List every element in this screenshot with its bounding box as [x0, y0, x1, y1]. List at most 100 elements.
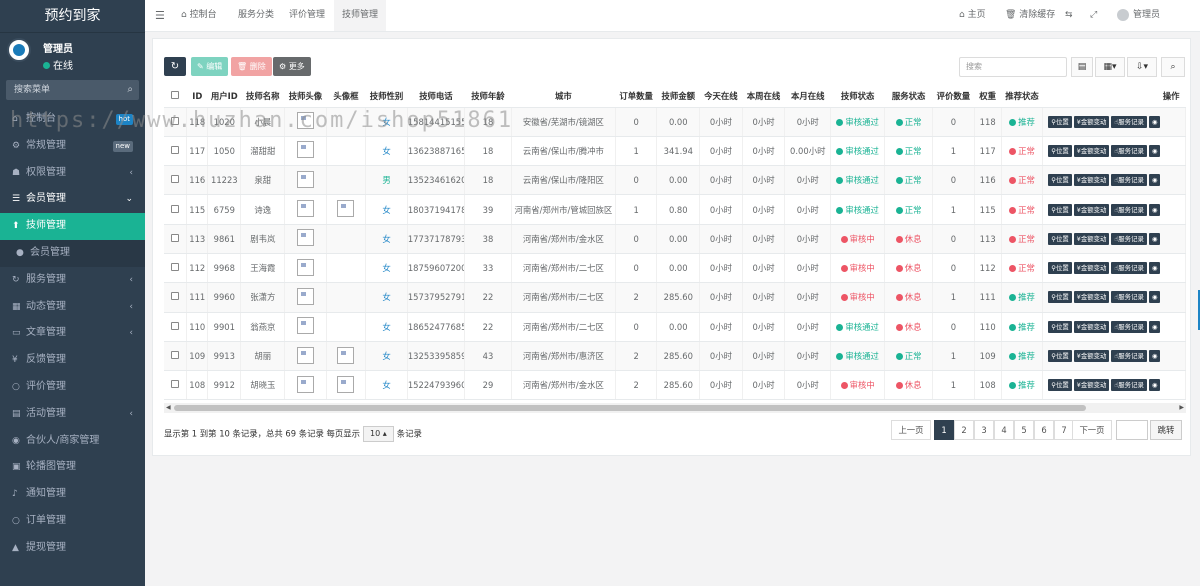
service-record-button[interactable]: ☝服务记录 — [1111, 291, 1147, 304]
next-page-button[interactable]: 下一页 — [1072, 420, 1112, 440]
view-icon[interactable]: ◉ — [1148, 320, 1161, 333]
cell-avatar[interactable] — [284, 312, 327, 342]
avatar[interactable] — [7, 38, 31, 62]
table-row[interactable]: 116 11223 泉甜男 13523461620 18 云南省/保山市/隆阳区 0 0.00… — [164, 165, 1186, 196]
sidebar-item-15[interactable]: ○ 订单管理 — [0, 508, 145, 535]
amount-change-button[interactable]: ¥金额变动 — [1073, 262, 1110, 275]
column-header[interactable]: 今天在线 — [699, 85, 743, 108]
sidebar-item-9[interactable]: ¥ 反馈管理 — [0, 347, 145, 374]
cell-recommend-status[interactable]: 正常 — [1001, 194, 1044, 225]
scroll-thumb[interactable] — [174, 405, 1086, 411]
column-header[interactable]: 头像框 — [326, 85, 366, 108]
columns-icon[interactable]: ▦▾ — [1095, 57, 1125, 77]
location-button[interactable]: ⚲位置 — [1048, 232, 1072, 245]
view-icon[interactable]: ◉ — [1148, 379, 1161, 392]
more-button[interactable]: ⚙ 更多 — [273, 57, 311, 76]
page-button-7[interactable]: 7 — [1054, 420, 1074, 440]
amount-change-button[interactable]: ¥金额变动 — [1073, 144, 1110, 157]
jump-page-input[interactable] — [1116, 420, 1148, 440]
sidebar-item-11[interactable]: ▤ 活动管理 ‹ — [0, 401, 145, 428]
view-icon[interactable]: ◉ — [1148, 291, 1161, 304]
search-icon[interactable]: ⌕ — [1161, 57, 1185, 77]
location-button[interactable]: ⚲位置 — [1048, 350, 1072, 363]
column-header[interactable]: 技师电话 — [407, 85, 465, 108]
page-button-4[interactable]: 4 — [994, 420, 1014, 440]
column-header[interactable]: 操作 — [1042, 85, 1186, 108]
cell-avatar[interactable] — [284, 370, 327, 401]
cell-recommend-status[interactable]: 正常 — [1001, 165, 1044, 196]
broken-image-icon[interactable] — [296, 375, 314, 393]
cell-avatar[interactable] — [284, 341, 327, 372]
translate-icon[interactable]: ⇆ — [1065, 0, 1073, 31]
cell-recommend-status[interactable]: 推荐 — [1001, 341, 1044, 372]
sidebar-item-1[interactable]: ⚙ 常规管理 new — [0, 133, 145, 160]
page-button-5[interactable]: 5 — [1014, 420, 1034, 440]
broken-image-icon[interactable] — [296, 112, 314, 130]
cell-avatar[interactable] — [284, 136, 327, 167]
hamburger-menu-icon[interactable]: ☰ — [155, 0, 165, 31]
cell-avatar[interactable] — [284, 107, 327, 137]
location-button[interactable]: ⚲位置 — [1048, 291, 1072, 304]
sidebar-item-7[interactable]: ▦ 动态管理 ‹ — [0, 294, 145, 321]
tab-technician-manage[interactable]: 技师管理 — [334, 0, 387, 31]
column-header[interactable]: 用户ID — [207, 85, 241, 108]
column-header[interactable]: ID — [186, 85, 208, 108]
cell-recommend-status[interactable]: 推荐 — [1001, 107, 1044, 137]
clear-cache-button[interactable]: 🗑 清除缓存 — [1005, 0, 1055, 31]
cell-recommend-status[interactable]: 正常 — [1001, 136, 1044, 167]
broken-image-icon[interactable] — [296, 200, 314, 218]
column-header[interactable]: 技师名称 — [240, 85, 285, 108]
column-header[interactable]: 技师年龄 — [464, 85, 512, 108]
broken-image-icon[interactable] — [296, 258, 314, 276]
table-row[interactable]: 118 1020 小晨女 15814415155 18 安徽省/芜湖市/镜湖区 0 0.00 0… — [164, 107, 1186, 137]
column-header[interactable]: 技师性别 — [365, 85, 408, 108]
broken-image-icon[interactable] — [296, 317, 314, 335]
broken-image-icon[interactable] — [296, 170, 314, 188]
menu-search-input[interactable]: 搜索菜单 ⌕ — [6, 80, 139, 100]
service-record-button[interactable]: ☝服务记录 — [1111, 144, 1147, 157]
table-row[interactable]: 112 9968 王海霞女 18759607200 33 河南省/郑州市/二七区 0 0.00… — [164, 253, 1186, 284]
cell-recommend-status[interactable]: 正常 — [1001, 253, 1044, 284]
table-row[interactable]: 108 9912 胡晓玉女 15224793960 29 河南省/郑州市/金水区 2 285.… — [164, 370, 1186, 401]
page-button-2[interactable]: 2 — [954, 420, 974, 440]
service-record-button[interactable]: ☝服务记录 — [1111, 350, 1147, 363]
column-header[interactable]: 技师状态 — [830, 85, 885, 108]
broken-image-icon[interactable] — [337, 375, 355, 393]
sidebar-item-3[interactable]: ☰ 会员管理 ⌄ — [0, 186, 145, 213]
service-record-button[interactable]: ☝服务记录 — [1111, 320, 1147, 333]
cell-recommend-status[interactable]: 正常 — [1001, 224, 1044, 254]
cell-recommend-status[interactable]: 推荐 — [1001, 282, 1044, 313]
admin-menu[interactable]: 管理员 — [1117, 0, 1160, 31]
service-record-button[interactable]: ☝服务记录 — [1111, 203, 1147, 216]
cell-frame[interactable] — [326, 194, 367, 225]
column-header[interactable]: 本周在线 — [742, 85, 785, 108]
page-button-1[interactable]: 1 — [934, 420, 954, 440]
column-header[interactable]: 本月在线 — [784, 85, 831, 108]
sidebar-item-10[interactable]: ○ 评价管理 — [0, 374, 145, 401]
location-button[interactable]: ⚲位置 — [1048, 262, 1072, 275]
sidebar-item-12[interactable]: ◉ 合伙人/商家管理 — [0, 428, 145, 455]
page-button-6[interactable]: 6 — [1034, 420, 1054, 440]
amount-change-button[interactable]: ¥金额变动 — [1073, 115, 1110, 128]
row-checkbox[interactable] — [164, 253, 188, 284]
amount-change-button[interactable]: ¥金额变动 — [1073, 379, 1110, 392]
table-row[interactable]: 117 1050 溜甜甜女 13623887165 18 云南省/保山市/腾冲市 1 341.… — [164, 136, 1186, 167]
fullscreen-icon[interactable]: ⤢ — [1090, 0, 1097, 31]
row-checkbox[interactable] — [164, 282, 188, 313]
tab-dashboard[interactable]: ⌂ 控制台 — [181, 0, 217, 31]
prev-page-button[interactable]: 上一页 — [891, 420, 931, 440]
table-row[interactable]: 113 9861 剧韦岚女 17737178793 38 河南省/郑州市/金水区 0 0.00… — [164, 224, 1186, 254]
row-checkbox[interactable] — [164, 136, 188, 167]
column-header[interactable]: 城市 — [511, 85, 616, 108]
sidebar-item-2[interactable]: ☗ 权限管理 ‹ — [0, 160, 145, 187]
location-button[interactable]: ⚲位置 — [1048, 144, 1072, 157]
view-icon[interactable]: ◉ — [1148, 115, 1161, 128]
sidebar-item-13[interactable]: ▣ 轮播图管理 — [0, 454, 145, 481]
scroll-left-icon[interactable]: ◀ — [166, 403, 171, 413]
horizontal-scrollbar[interactable]: ◀ ▶ — [164, 403, 1186, 413]
amount-change-button[interactable]: ¥金额变动 — [1073, 350, 1110, 363]
sidebar-item-0[interactable]: ⌂ 控制台 hot — [0, 106, 145, 133]
amount-change-button[interactable]: ¥金额变动 — [1073, 203, 1110, 216]
location-button[interactable]: ⚲位置 — [1048, 379, 1072, 392]
cell-avatar[interactable] — [284, 224, 327, 254]
